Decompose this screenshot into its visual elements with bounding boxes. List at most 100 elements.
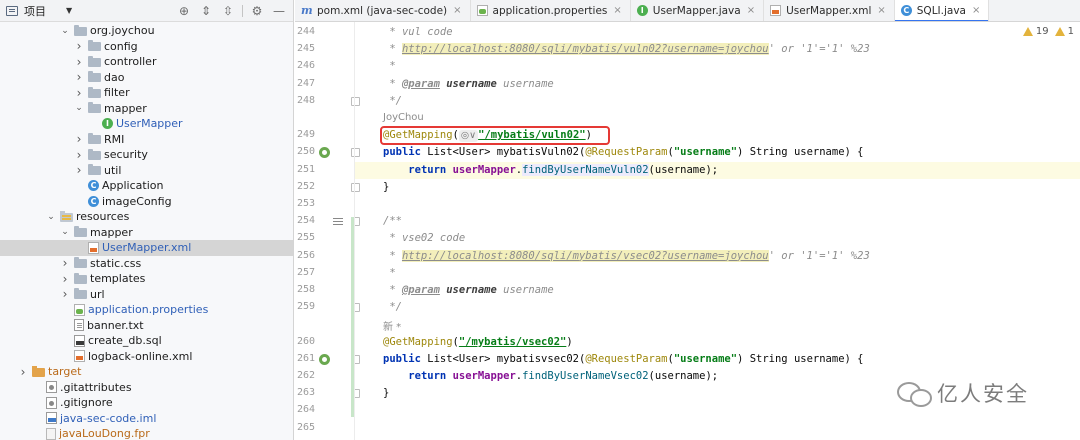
code-line[interactable]: } [383,385,389,402]
close-icon[interactable]: × [747,5,755,16]
code-line[interactable]: */ [383,299,402,316]
code-line[interactable]: * [383,58,395,75]
tree-item[interactable]: logback-online.xml [0,349,293,365]
tree-item[interactable]: ⌄ resources [0,209,293,225]
code-line[interactable]: } [383,179,389,196]
tree-item[interactable]: .gitignore [0,395,293,411]
tree-item-label: application.properties [88,303,209,317]
editor-tab[interactable]: application.properties × [471,0,631,21]
project-title[interactable]: 项目 [24,3,46,19]
chevron-right-icon[interactable]: › [60,287,70,301]
locate-file-icon[interactable]: ⊕ [176,3,192,19]
tree-item[interactable]: › controller [0,54,293,70]
code-line[interactable]: * @param username username [383,282,553,299]
chevron-right-icon[interactable]: › [60,256,70,270]
code-line[interactable]: @GetMapping("/mybatis/vsec02") [383,334,573,351]
chevron-down-icon[interactable]: ⌄ [74,103,84,113]
tree-item[interactable]: › filter [0,85,293,101]
expand-all-icon[interactable]: ⇕ [198,3,214,19]
chevron-right-icon[interactable]: › [18,365,28,379]
code-line[interactable]: * vul code [383,24,452,41]
chevron-right-icon[interactable]: › [74,132,84,146]
class-icon: C [88,180,99,192]
code-line[interactable]: * vse02 code [383,230,465,247]
doc-comment-icon[interactable] [333,218,343,226]
code-line[interactable]: return userMapper.findByUserNameVuln02(u… [355,161,1080,179]
tree-item[interactable]: › url [0,287,293,303]
chevron-right-icon[interactable]: › [74,70,84,84]
tree-item[interactable]: › dao [0,70,293,86]
line-number: 253 [296,198,315,209]
tree-item[interactable]: create_db.sql [0,333,293,349]
fold-marker[interactable] [351,96,360,106]
tree-item[interactable]: › target [0,364,293,380]
tree-item[interactable]: › util [0,163,293,179]
code-line[interactable]: * http://localhost:8080/sqli/mybatis/vul… [383,41,870,58]
project-panel: 项目 ▼ ⊕ ⇕ ⇳ ⚙ — ⌄ org.joychou › config › contr… [0,0,294,440]
code-line[interactable]: public List<User> mybatisVuln02(@Request… [383,144,863,161]
tree-item[interactable]: C Application [0,178,293,194]
tree-item[interactable]: ⌄ mapper [0,101,293,117]
line-number: 260 [296,335,315,347]
collapse-all-icon[interactable]: ⇳ [220,3,236,19]
folder-icon [88,148,101,160]
resources-folder-icon [60,210,73,222]
tree-item[interactable]: › security [0,147,293,163]
tree-item[interactable]: I UserMapper [0,116,293,132]
tree-item[interactable]: › config [0,39,293,55]
minimize-icon[interactable]: — [271,3,287,19]
editor-tab[interactable]: I UserMapper.java × [631,0,765,21]
tree-item[interactable]: ⌄ mapper [0,225,293,241]
tree-item[interactable]: › RMI [0,132,293,148]
code-line[interactable]: * http://localhost:8080/sqli/mybatis/vse… [383,248,870,265]
code-line[interactable]: */ [383,93,402,110]
editor-gutter[interactable]: 244 245 246 247 248 249 250 251 252 253 254 255 256 2… [295,22,360,440]
chevron-down-icon[interactable]: ⌄ [46,212,56,222]
tree-item[interactable]: java-sec-code.iml [0,411,293,427]
editor-tab[interactable]: UserMapper.xml × [764,0,895,21]
class-icon: C [900,5,912,16]
tree-item[interactable]: banner.txt [0,318,293,334]
spring-bean-icon[interactable] [319,147,330,159]
code-line[interactable]: * [383,265,395,282]
chevron-down-icon[interactable]: ⌄ [60,227,70,237]
code-line[interactable]: * @param username username [383,76,553,93]
inspection-widget[interactable]: 19 1 [1022,26,1074,37]
close-icon[interactable]: × [453,5,461,16]
tree-item[interactable]: application.properties [0,302,293,318]
chevron-right-icon[interactable]: › [74,86,84,100]
fold-marker[interactable] [351,182,360,192]
close-icon[interactable]: × [877,5,885,16]
tree-item[interactable]: CimageConfig [0,194,293,210]
editor-tab-label: UserMapper.xml [786,4,872,17]
tree-item-label: target [48,365,82,379]
editor-tab[interactable]: m pom.xml (java-sec-code) × [295,0,471,21]
fold-marker[interactable] [351,148,360,158]
close-icon[interactable]: × [613,5,621,16]
chevron-down-icon[interactable]: ▼ [66,6,72,15]
code-author-hint[interactable]: JoyChou [383,112,424,123]
tree-item[interactable]: › templates [0,271,293,287]
chevron-right-icon[interactable]: › [74,55,84,69]
tree-item[interactable]: UserMapper.xml [0,240,293,256]
chevron-right-icon[interactable]: › [60,272,70,286]
chevron-right-icon[interactable]: › [74,163,84,177]
code-line[interactable]: /** [383,213,402,230]
chevron-down-icon[interactable]: ⌄ [60,26,70,36]
tree-item-label: RMI [104,132,125,146]
editor-tab[interactable]: C SQLI.java × [894,0,990,21]
tree-item[interactable]: ⌄ org.joychou [0,23,293,39]
spring-bean-icon[interactable] [319,353,330,365]
chevron-right-icon[interactable]: › [74,148,84,162]
tree-item[interactable]: .gitattributes [0,380,293,396]
code-line[interactable]: public List<User> mybatisvsec02(@Request… [383,351,863,368]
close-icon[interactable]: × [972,5,980,16]
other-count: 1 [1067,26,1074,37]
tree-item[interactable]: › static.css [0,256,293,272]
code-author-hint[interactable]: 新 * [383,318,401,333]
line-number: 261 [296,352,315,364]
code-line[interactable]: return userMapper.findByUserNameVsec02(u… [383,368,718,385]
tree-item[interactable]: javaLouDong.fpr [0,426,293,440]
gear-icon[interactable]: ⚙ [249,3,265,19]
chevron-right-icon[interactable]: › [74,39,84,53]
